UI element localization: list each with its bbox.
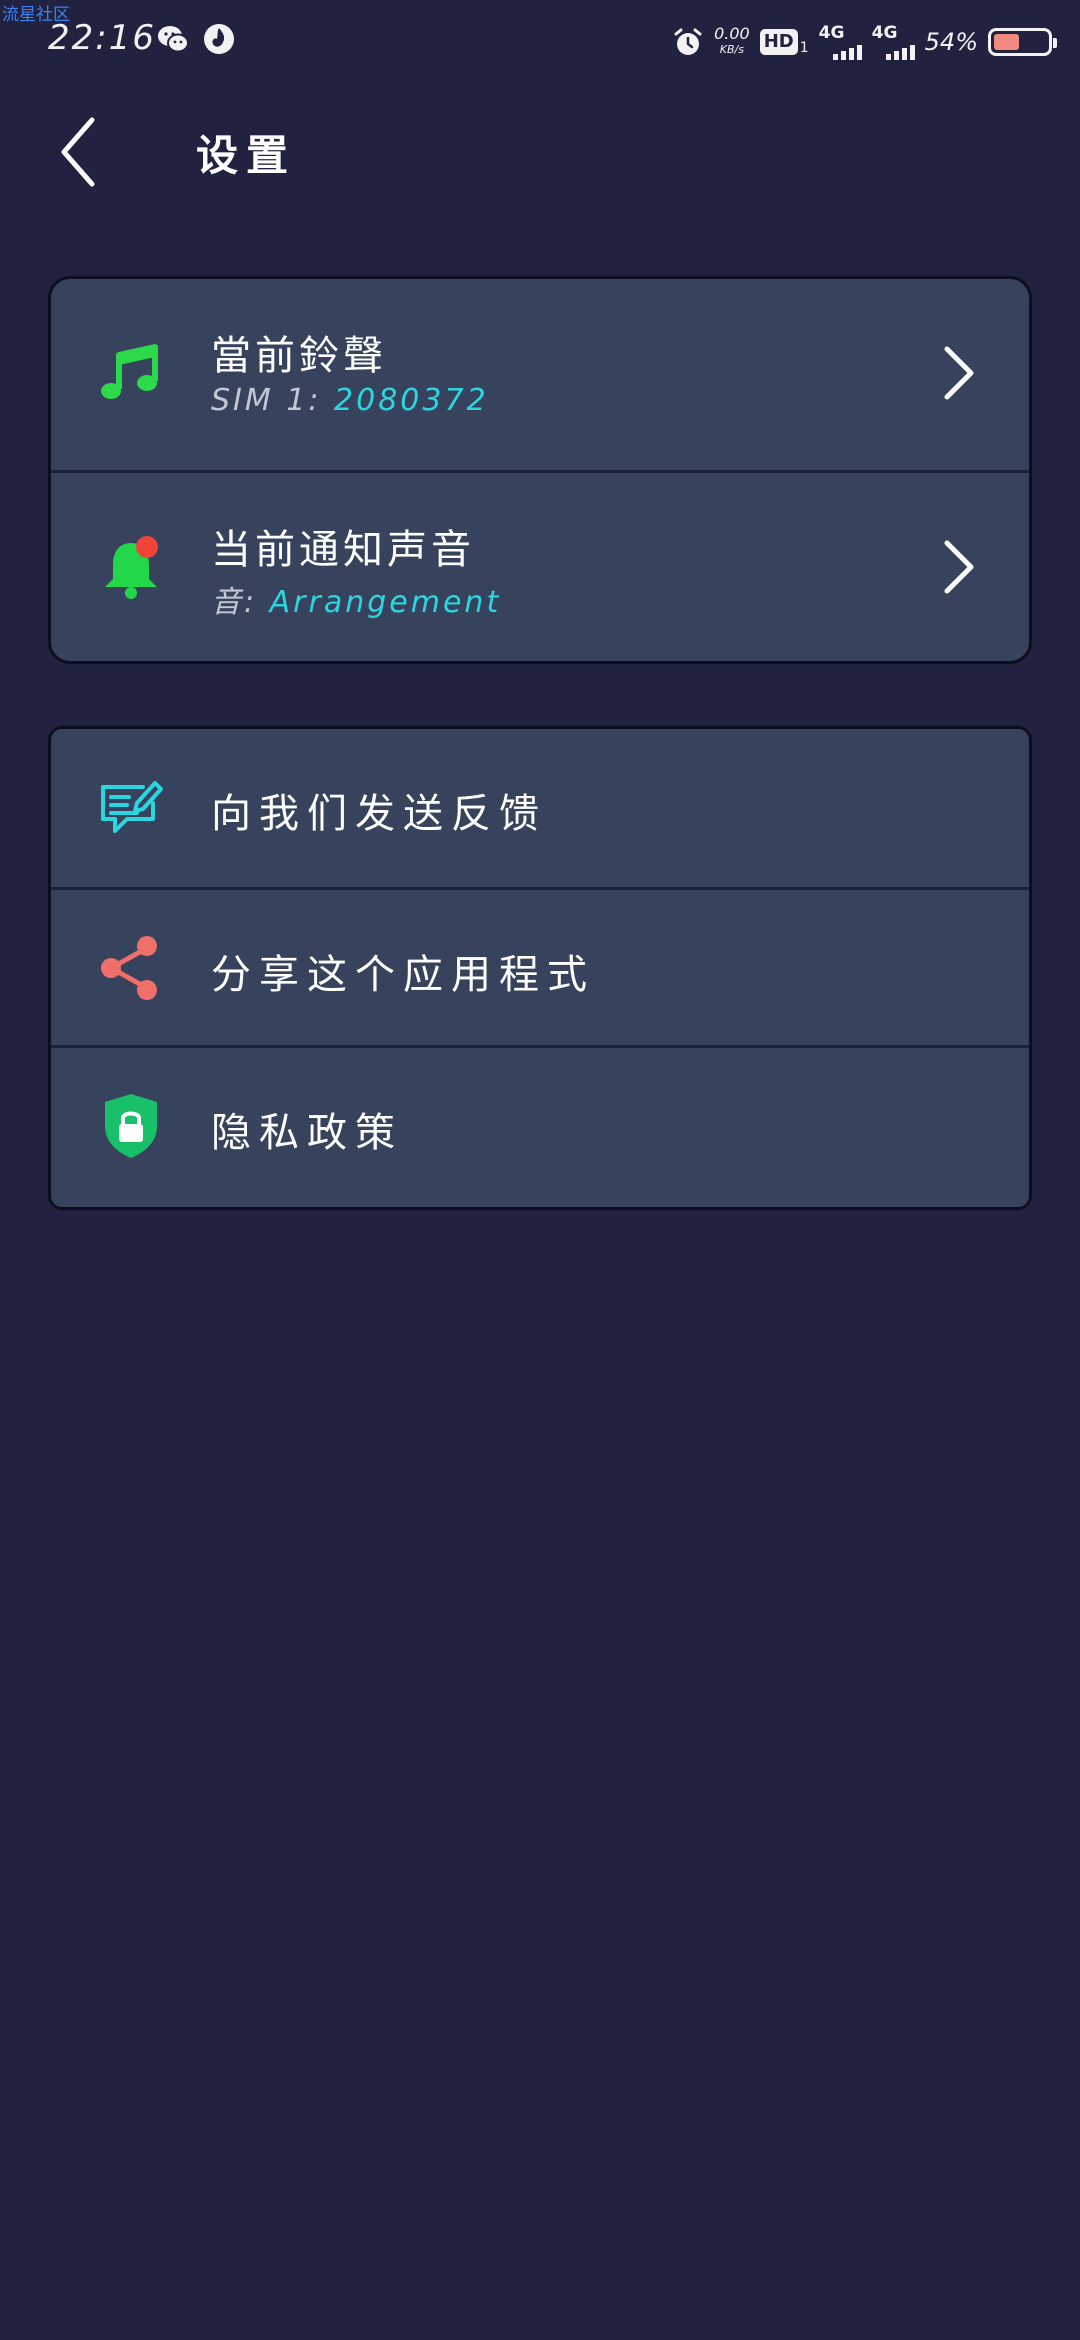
network-speed-value: 0.00 (714, 24, 750, 43)
page-title: 设置 (196, 131, 297, 180)
sim1-signal: 4G (819, 24, 862, 60)
network-speed-unit: KB/s (719, 43, 744, 56)
battery-icon (988, 28, 1057, 56)
wechat-icon (158, 26, 189, 53)
other-settings-card: 向我们发送反馈 分享这个应用程式 隐私政策 (48, 726, 1032, 1210)
sim1-signal-bars-icon (832, 42, 862, 60)
chevron-right-icon (944, 540, 974, 594)
notification-sound-title: 当前通知声音 (211, 527, 475, 573)
feedback-row[interactable]: 向我们发送反馈 (51, 729, 1029, 887)
network-speed: 0.00 KB/s (714, 26, 750, 58)
chevron-right-icon (944, 346, 974, 400)
shield-lock-icon (105, 1094, 157, 1158)
ringtone-title: 當前鈴聲 (211, 333, 387, 379)
notification-sound-value: Arrangement (269, 585, 502, 620)
status-bar: 22:16 0.00 KB/s HD 1 4G 4G 54% (0, 0, 1080, 80)
chevron-left-icon (61, 117, 95, 187)
back-button[interactable] (52, 112, 112, 192)
ringtone-value: 2080372 (334, 383, 489, 418)
share-icon (101, 936, 157, 1000)
share-app-row[interactable]: 分享这个应用程式 (51, 887, 1029, 1045)
status-right-group: 0.00 KB/s HD 1 4G 4G 54% (672, 18, 1057, 66)
ringtone-subtitle: SIM 1: 2080372 (211, 383, 489, 418)
notification-sound-subtitle: 音: Arrangement (211, 577, 501, 621)
bell-notification-icon (105, 536, 158, 599)
battery-percent: 54% (924, 28, 978, 56)
feedback-edit-icon (101, 781, 163, 833)
music-note-icon (101, 344, 158, 399)
alarm-clock-icon (674, 28, 702, 55)
sim2-signal-bars-icon (885, 42, 915, 60)
notification-sound-row[interactable]: 当前通知声音 音: Arrangement (51, 470, 1029, 661)
notification-sound-label: 音: (211, 585, 270, 620)
hd-voice-badge: HD (759, 29, 798, 55)
ringtone-sim-label: SIM 1: (211, 383, 335, 418)
ringtone-row[interactable]: 當前鈴聲 SIM 1: 2080372 (51, 279, 1029, 470)
hd-voice-sim: 1 (799, 40, 809, 56)
privacy-policy-title: 隐私政策 (211, 1110, 403, 1156)
privacy-policy-row[interactable]: 隐私政策 (51, 1045, 1029, 1203)
app-notification-icon (204, 24, 234, 54)
feedback-title: 向我们发送反馈 (211, 791, 547, 837)
sound-settings-card: 當前鈴聲 SIM 1: 2080372 当前通知声音 音: Arrangemen… (48, 276, 1032, 664)
share-app-title: 分享这个应用程式 (211, 952, 595, 998)
sim2-network-type: 4G (871, 23, 898, 43)
sim1-network-type: 4G (818, 23, 845, 43)
sim2-signal: 4G (872, 24, 915, 60)
status-time: 22:16 (48, 18, 156, 58)
battery-fill (994, 34, 1020, 50)
